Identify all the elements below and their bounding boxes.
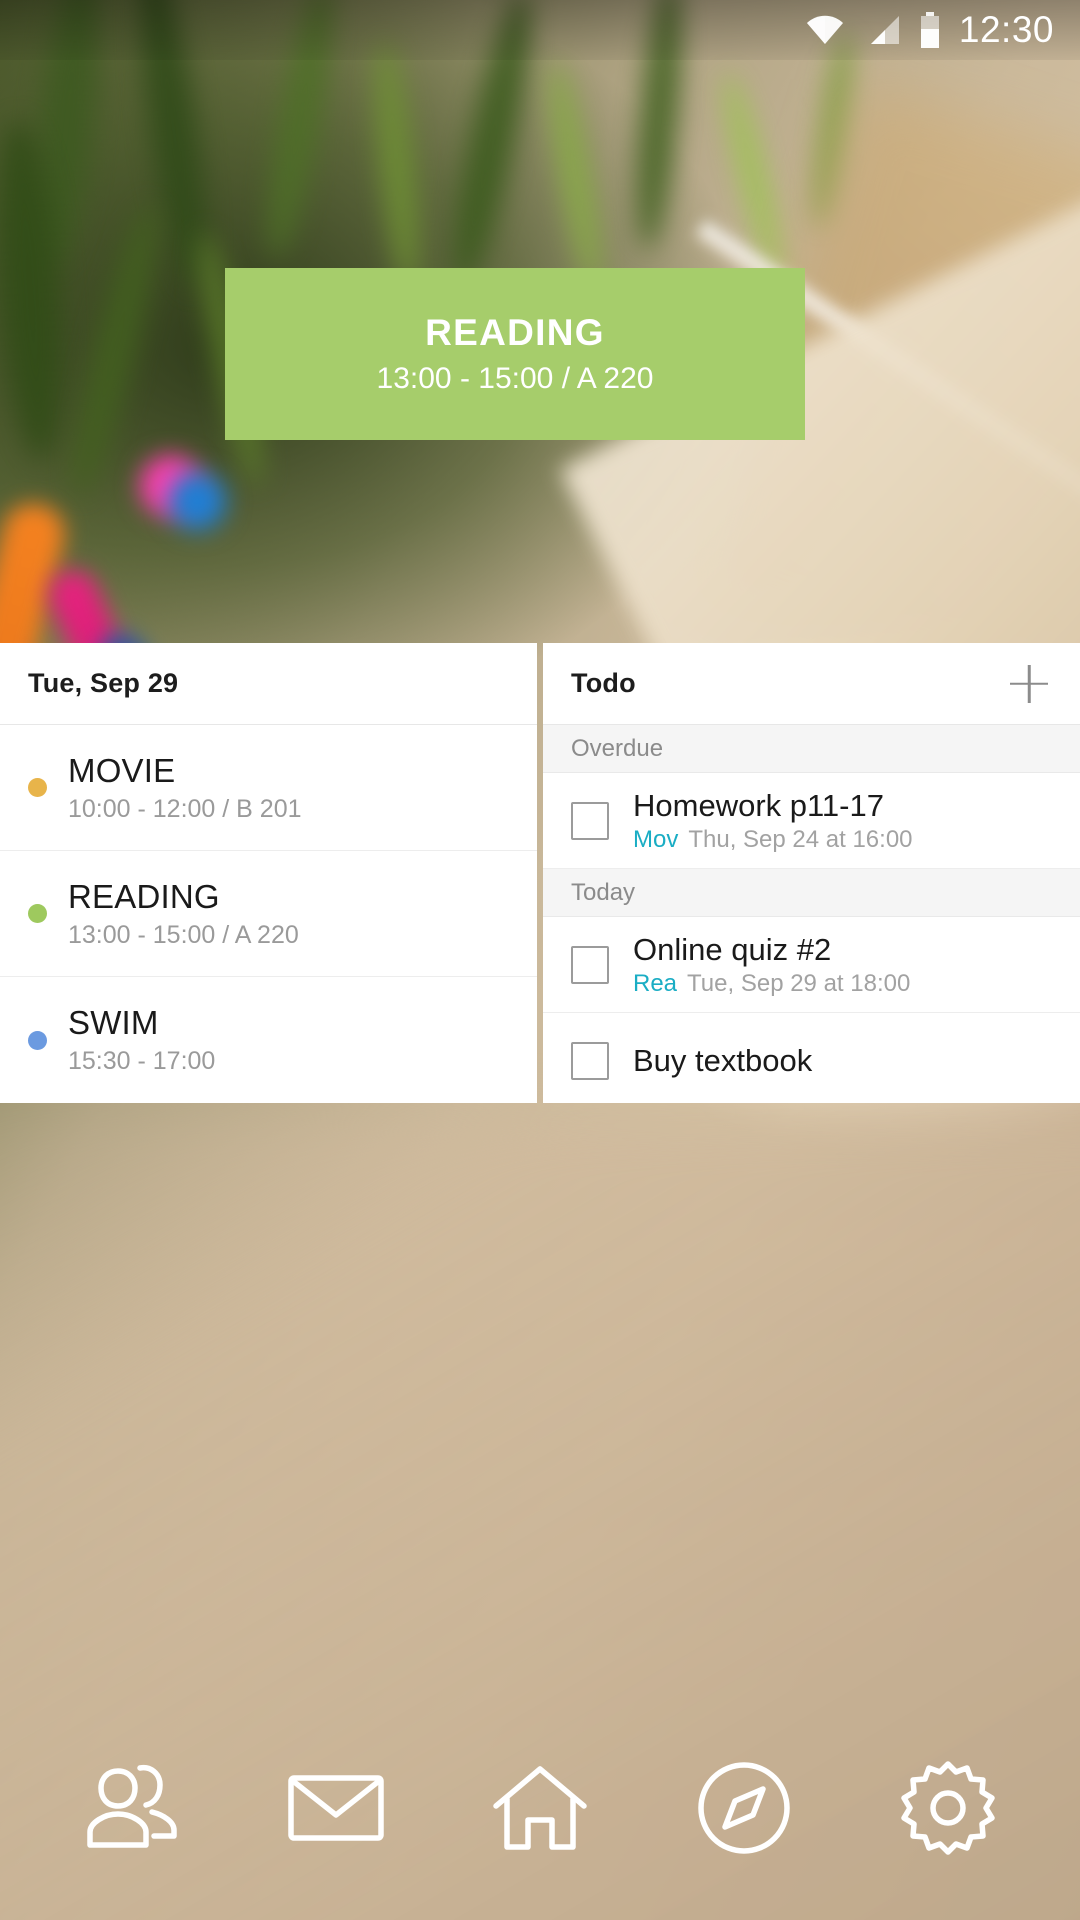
status-bar: 12:30: [0, 0, 1080, 60]
event-color-dot: [28, 1030, 47, 1050]
dock-item-contacts[interactable]: [74, 1755, 190, 1865]
todo-item-tag: Mov: [633, 825, 679, 853]
todo-item-title: Homework p11-17: [633, 787, 884, 823]
contacts-icon: [80, 1760, 184, 1861]
agenda-event-row[interactable]: MOVIE 10:00 - 12:00 / B 201: [0, 725, 537, 851]
signal-icon: [863, 14, 901, 46]
widget-row: Tue, Sep 29 MOVIE 10:00 - 12:00 / B 201 …: [0, 643, 1080, 1103]
agenda-date-label: Tue, Sep 29: [28, 668, 179, 698]
dock-item-mail[interactable]: [278, 1755, 394, 1865]
todo-title: Todo: [571, 668, 636, 698]
todo-item-row[interactable]: Homework p11-17 Mov Thu, Sep 24 at 16:00: [543, 773, 1080, 869]
current-event-widget[interactable]: READING 13:00 - 15:00 / A 220: [225, 268, 805, 440]
mail-icon: [286, 1768, 386, 1853]
event-color-dot: [28, 778, 47, 797]
dock: [0, 1740, 1080, 1880]
browser-icon: [695, 1759, 793, 1862]
event-title: SWIM: [68, 1004, 159, 1041]
event-detail: 15:30 - 17:00: [68, 1047, 216, 1075]
agenda-event-row[interactable]: READING 13:00 - 15:00 / A 220: [0, 851, 537, 977]
status-bar-clock: 12:30: [958, 9, 1054, 50]
battery-icon: [919, 12, 941, 48]
event-title: MOVIE: [68, 751, 176, 789]
event-color-dot: [28, 904, 47, 923]
add-todo-icon[interactable]: [1006, 661, 1052, 707]
settings-icon: [898, 1758, 998, 1863]
todo-item-row[interactable]: Buy textbook: [543, 1013, 1080, 1103]
pen-cap-blue: [168, 472, 226, 530]
dock-item-browser[interactable]: [686, 1755, 802, 1865]
todo-item-title: Buy textbook: [633, 1043, 813, 1078]
event-title: READING: [68, 877, 220, 915]
todo-item-due: Thu, Sep 24 at 16:00: [688, 825, 913, 853]
dock-item-settings[interactable]: [890, 1755, 1006, 1865]
todo-checkbox[interactable]: [571, 801, 609, 840]
todo-section-label: Today: [571, 878, 636, 906]
agenda-header[interactable]: Tue, Sep 29: [0, 643, 537, 725]
agenda-event-row[interactable]: SWIM 15:30 - 17:00: [0, 977, 537, 1103]
todo-item-tag: Rea: [633, 969, 678, 997]
current-event-detail: 13:00 - 15:00 / A 220: [376, 362, 654, 395]
todo-section-header-today: Today: [543, 869, 1080, 917]
todo-section-label: Overdue: [571, 734, 664, 762]
todo-checkbox[interactable]: [571, 945, 609, 984]
todo-item-row[interactable]: Online quiz #2 Rea Tue, Sep 29 at 18:00: [543, 917, 1080, 1013]
todo-section-header-overdue: Overdue: [543, 725, 1080, 773]
home-icon: [490, 1762, 590, 1859]
todo-widget[interactable]: Todo Overdue Homework p11-17 Mov Thu, Se…: [543, 643, 1080, 1103]
wifi-icon: [805, 14, 845, 46]
dock-item-home[interactable]: [482, 1755, 598, 1865]
agenda-widget[interactable]: Tue, Sep 29 MOVIE 10:00 - 12:00 / B 201 …: [0, 643, 537, 1103]
todo-item-title: Online quiz #2: [633, 931, 832, 967]
todo-item-due: Tue, Sep 29 at 18:00: [687, 969, 911, 997]
todo-checkbox[interactable]: [571, 1042, 609, 1080]
current-event-title: READING: [425, 312, 605, 353]
todo-header: Todo: [543, 643, 1080, 725]
event-detail: 13:00 - 15:00 / A 220: [68, 920, 299, 949]
event-detail: 10:00 - 12:00 / B 201: [68, 794, 302, 823]
